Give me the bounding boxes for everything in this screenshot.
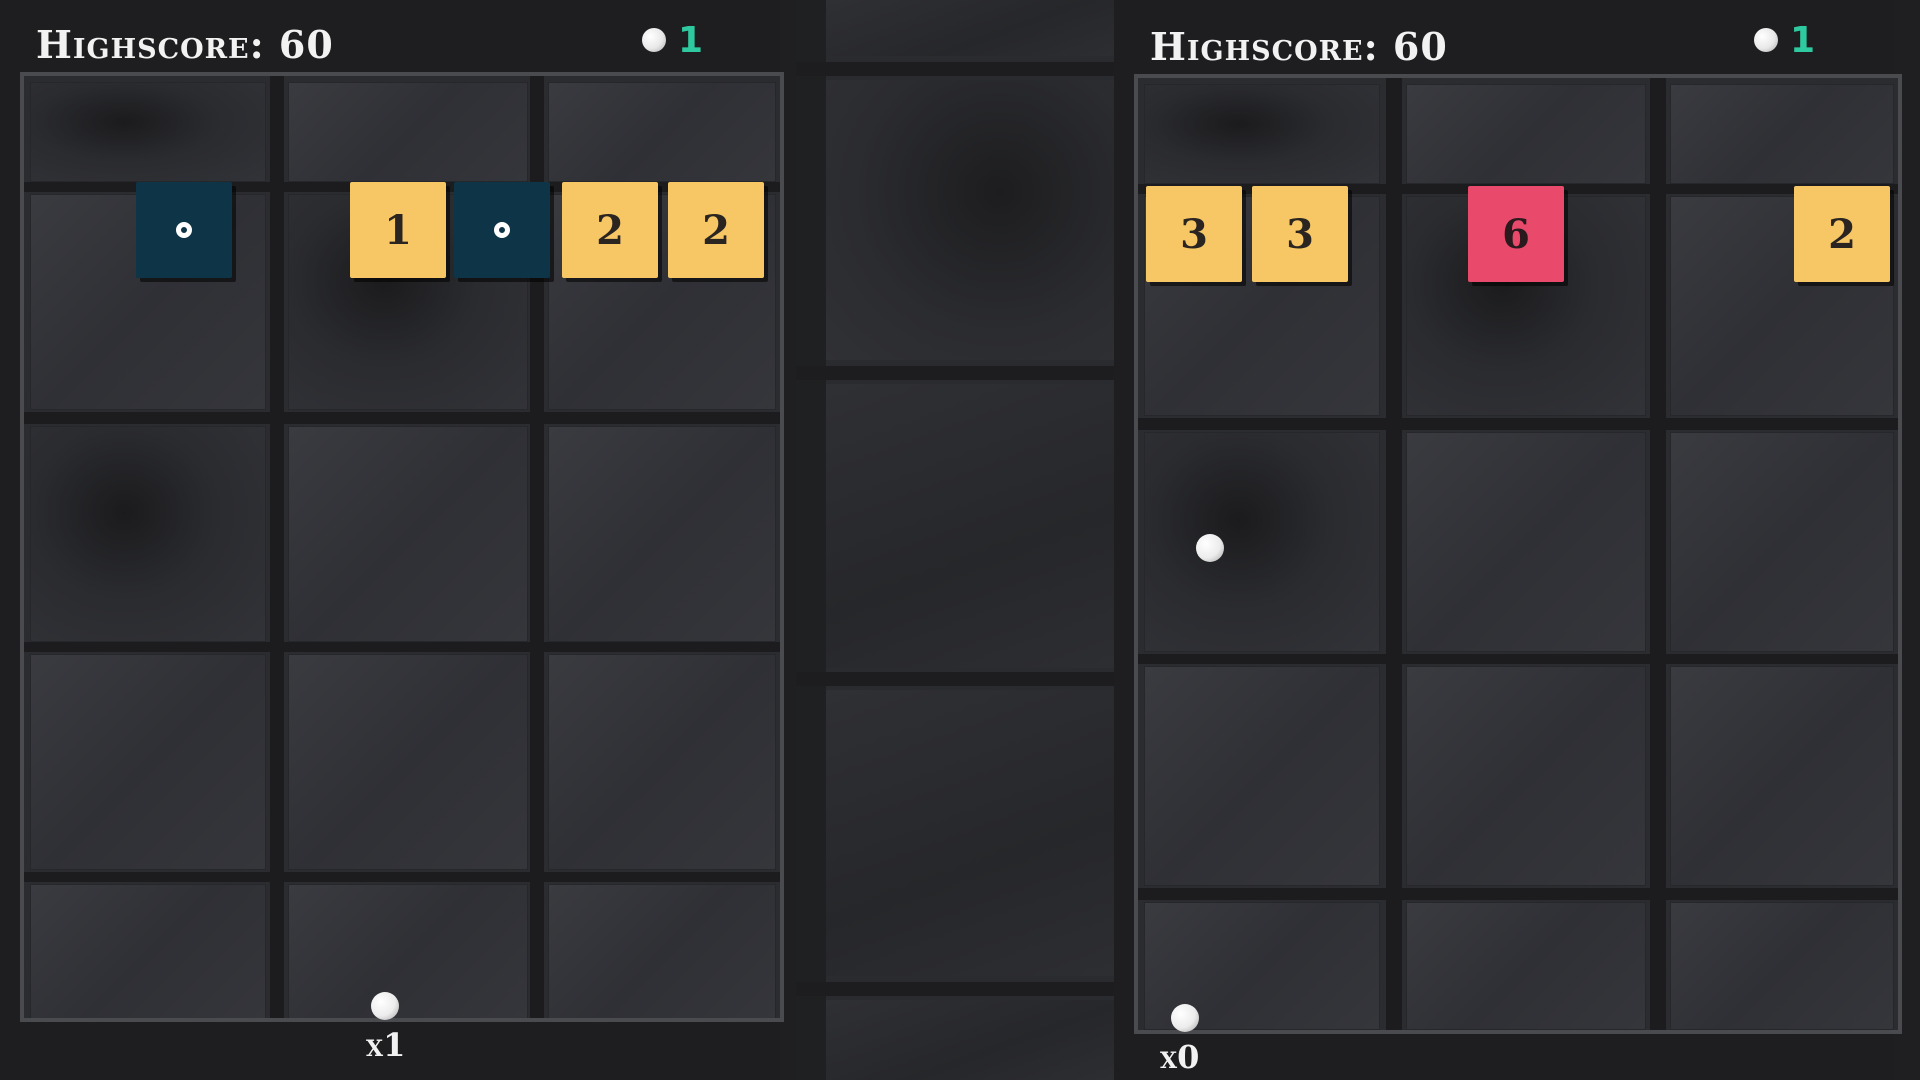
grout-line [24, 872, 780, 882]
ring-powerup-block [136, 182, 232, 278]
game-board[interactable]: 3 3 6 2 [1134, 74, 1902, 1034]
ball-count-indicator: 1 [642, 20, 704, 61]
number-block: 1 [350, 182, 446, 278]
ring-powerup-block [454, 182, 550, 278]
highscore-display: Highscore: 60 [36, 22, 334, 67]
ball-count-indicator: 1 [1754, 20, 1816, 61]
grout-line [796, 982, 1114, 996]
left-game-panel: Highscore: 60 1 1 2 2 x1 [0, 0, 784, 1080]
number-block: 2 [668, 182, 764, 278]
ring-icon [176, 222, 192, 238]
floor-tile [1406, 902, 1646, 1030]
number-block: 2 [562, 182, 658, 278]
floor-tile [826, 690, 1114, 976]
floor-tile [1670, 902, 1894, 1030]
grout-line [1138, 888, 1898, 900]
floor-tile [1670, 432, 1894, 652]
ball-icon [1754, 28, 1778, 52]
floor-tile [288, 654, 528, 870]
floor-tile [826, 1000, 1114, 1080]
floor-tile [30, 82, 266, 182]
launcher-ball[interactable] [371, 992, 399, 1020]
floor-tile [1144, 432, 1380, 652]
game-board[interactable]: 1 2 2 [20, 72, 784, 1022]
floor-tile [30, 884, 266, 1018]
grout-line [796, 672, 1114, 686]
launcher-ball[interactable] [1171, 1004, 1199, 1032]
number-block: 2 [1794, 186, 1890, 282]
floor-tile [1144, 666, 1380, 886]
floor-tile [826, 80, 1114, 360]
moving-ball [1196, 534, 1224, 562]
floor-tile [548, 884, 776, 1018]
center-divider [796, 0, 1114, 1080]
floor-tile [30, 426, 266, 642]
highscore-value: 60 [278, 22, 334, 67]
floor-tile [1670, 666, 1894, 886]
floor-tile [288, 426, 528, 642]
floor-tile [288, 82, 528, 182]
highscore-display: Highscore: 60 [1150, 24, 1448, 69]
grout-line [1138, 418, 1898, 430]
grout-line [796, 366, 1114, 380]
floor-tile [1670, 84, 1894, 184]
floor-tile [1406, 666, 1646, 886]
ring-icon [494, 222, 510, 238]
grout-line [796, 62, 1114, 76]
grout-line [24, 642, 780, 652]
floor-tile [548, 82, 776, 182]
floor-tile [548, 654, 776, 870]
ball-count: 1 [678, 20, 704, 61]
grout-line [796, 0, 826, 1080]
floor-tile [1144, 84, 1380, 184]
floor-tile [30, 654, 266, 870]
ball-multiplier: x0 [1160, 1038, 1200, 1076]
right-game-panel: Highscore: 60 1 3 3 6 2 x0 [1114, 0, 1902, 1080]
floor-tile [1406, 84, 1646, 184]
ball-count: 1 [1790, 20, 1816, 61]
floor-tile [548, 426, 776, 642]
floor-tile [1406, 432, 1646, 652]
ball-icon [642, 28, 666, 52]
floor-tile [826, 384, 1114, 668]
ball-multiplier: x1 [366, 1026, 406, 1064]
highscore-label: Highscore: [36, 22, 265, 67]
number-block: 3 [1146, 186, 1242, 282]
number-block: 3 [1252, 186, 1348, 282]
number-block: 6 [1468, 186, 1564, 282]
grout-line [1138, 654, 1898, 664]
floor-tile [826, 0, 1114, 56]
floor-tile [288, 884, 528, 1018]
highscore-value: 60 [1392, 24, 1448, 69]
game-screen: Highscore: 60 1 1 2 2 x1 Highscore: 60 1… [0, 0, 1920, 1080]
grout-line [24, 412, 780, 424]
highscore-label: Highscore: [1150, 24, 1379, 69]
